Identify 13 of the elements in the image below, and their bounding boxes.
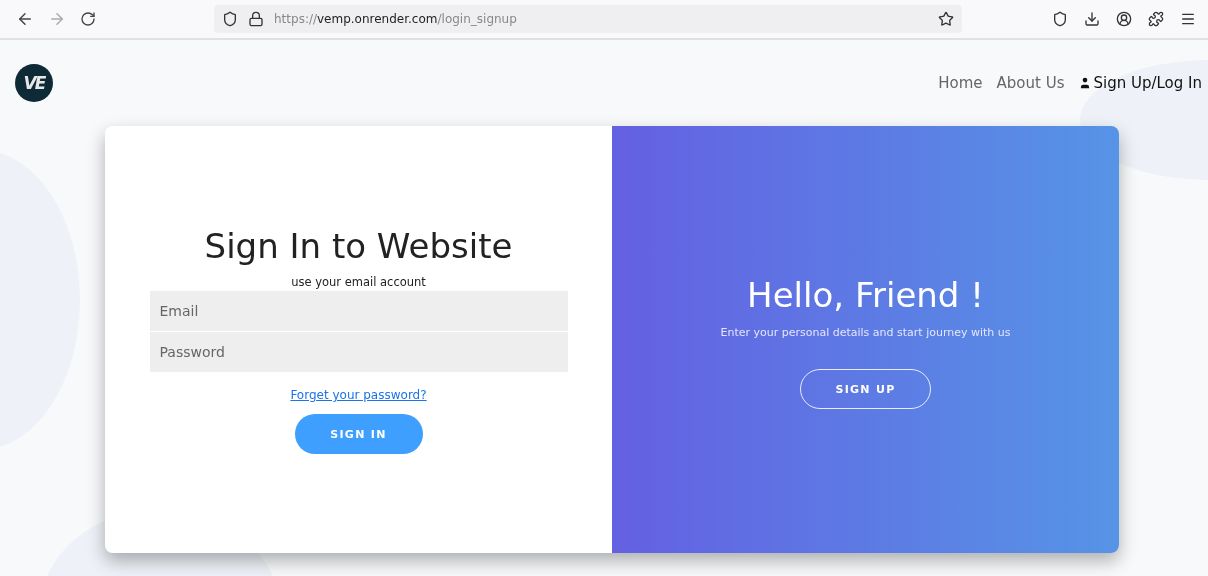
nav-link[interactable]: Home (938, 74, 983, 92)
nav-link[interactable]: About Us (996, 74, 1065, 92)
welcome-text: Enter your personal details and start journey with us (720, 326, 1011, 339)
input-field[interactable]: Email (149, 291, 568, 331)
url-text: https://vemp.onrender.com/login_signup (274, 12, 518, 26)
address-bar[interactable]: https://vemp.onrender.com/login_signup (214, 5, 962, 33)
sign-in-title: Sign In to Website (204, 225, 513, 268)
input-field[interactable]: Password (149, 332, 568, 372)
welcome-title: Hello, Friend ! (747, 274, 984, 316)
nav-link[interactable]: Sign Up/Log In (1078, 74, 1202, 92)
logo[interactable]: VE (15, 64, 53, 102)
subtitle: use your email account (291, 275, 426, 289)
forgot-password-link[interactable]: Forget your password? (290, 388, 427, 402)
